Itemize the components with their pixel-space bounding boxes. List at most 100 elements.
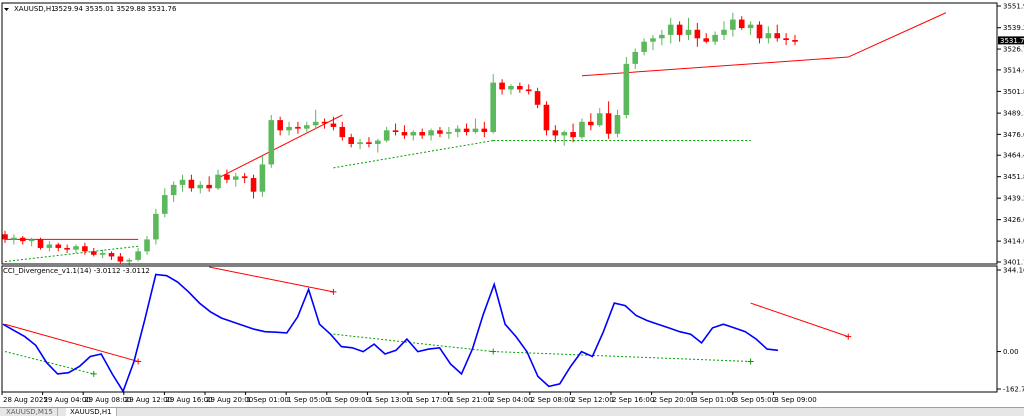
candle[interactable] xyxy=(783,33,789,46)
candle[interactable] xyxy=(676,21,683,42)
candle[interactable] xyxy=(383,126,390,143)
candle[interactable] xyxy=(712,31,718,46)
candle[interactable] xyxy=(19,236,26,245)
candle[interactable] xyxy=(206,176,212,192)
candle[interactable] xyxy=(499,79,505,95)
candle-body xyxy=(517,86,523,90)
candle[interactable] xyxy=(703,33,710,44)
candle[interactable] xyxy=(659,29,665,46)
candle[interactable] xyxy=(614,109,621,138)
candle[interactable] xyxy=(543,101,550,136)
chart-menu-icon[interactable] xyxy=(4,8,9,11)
candle[interactable] xyxy=(277,116,283,136)
candle-body xyxy=(605,113,612,134)
candle[interactable] xyxy=(295,121,301,134)
candle[interactable] xyxy=(481,121,488,138)
candle[interactable] xyxy=(508,84,514,95)
candle[interactable] xyxy=(588,113,594,131)
candle-body xyxy=(11,237,17,240)
candle[interactable] xyxy=(339,121,346,141)
candle[interactable] xyxy=(446,126,452,139)
candle[interactable] xyxy=(428,128,434,141)
candle[interactable] xyxy=(641,38,647,56)
candle[interactable] xyxy=(11,234,17,245)
candle[interactable] xyxy=(650,34,656,51)
candle[interactable] xyxy=(321,118,328,129)
candle[interactable] xyxy=(605,101,612,139)
candle[interactable] xyxy=(756,21,763,44)
price-tick-label: 3526.70 xyxy=(1003,46,1024,54)
candle[interactable] xyxy=(792,34,798,46)
candle-body xyxy=(437,130,443,134)
candle[interactable] xyxy=(579,118,585,139)
candle[interactable] xyxy=(55,242,62,252)
candle[interactable] xyxy=(375,138,381,153)
candle[interactable] xyxy=(738,16,745,30)
candle[interactable] xyxy=(366,137,372,148)
candle[interactable] xyxy=(90,247,97,257)
candle[interactable] xyxy=(410,130,417,141)
candle[interactable] xyxy=(534,87,541,109)
candle[interactable] xyxy=(685,17,692,41)
time-tick-label: 1 Sep 05:00 xyxy=(287,396,329,404)
candle[interactable] xyxy=(303,121,310,133)
candle[interactable] xyxy=(64,244,70,254)
candle[interactable] xyxy=(472,118,479,134)
candle[interactable] xyxy=(490,74,497,134)
candle[interactable] xyxy=(694,22,701,47)
candle[interactable] xyxy=(392,123,399,136)
candle[interactable] xyxy=(82,242,88,255)
candle[interactable] xyxy=(108,251,115,260)
price-tick-label: 3451.80 xyxy=(1003,173,1024,181)
candle[interactable] xyxy=(561,130,568,146)
candle[interactable] xyxy=(596,108,603,127)
candle[interactable] xyxy=(401,125,408,139)
candle[interactable] xyxy=(454,125,461,138)
candle[interactable] xyxy=(765,26,772,44)
candle[interactable] xyxy=(224,169,230,184)
candle[interactable] xyxy=(250,174,257,199)
candle[interactable] xyxy=(730,12,736,37)
candle[interactable] xyxy=(667,17,674,44)
candle[interactable] xyxy=(437,126,443,138)
candle[interactable] xyxy=(170,181,177,202)
candle[interactable] xyxy=(632,48,639,69)
candle[interactable] xyxy=(747,21,754,35)
candle[interactable] xyxy=(721,21,727,41)
candle[interactable] xyxy=(286,121,292,136)
candle[interactable] xyxy=(215,169,221,190)
candle[interactable] xyxy=(73,244,79,254)
candle[interactable] xyxy=(268,114,275,168)
candle-body xyxy=(428,130,434,136)
cci-bear-divergence-line xyxy=(750,302,849,338)
candle[interactable] xyxy=(525,84,532,95)
candle[interactable] xyxy=(161,188,168,218)
candle[interactable] xyxy=(135,247,141,262)
candle[interactable] xyxy=(463,123,470,136)
candle[interactable] xyxy=(517,82,523,93)
candle[interactable] xyxy=(37,237,44,250)
candle[interactable] xyxy=(552,125,559,143)
candle[interactable] xyxy=(232,172,239,187)
candle[interactable] xyxy=(144,236,150,255)
candlestick-series[interactable] xyxy=(2,12,798,265)
candle[interactable] xyxy=(46,241,53,252)
candle[interactable] xyxy=(153,208,159,245)
candle[interactable] xyxy=(2,230,8,243)
candle[interactable] xyxy=(188,174,195,192)
candle[interactable] xyxy=(312,109,319,129)
candle[interactable] xyxy=(348,133,354,148)
candle[interactable] xyxy=(179,174,186,192)
chart-canvas[interactable]: 3551.95 3539.20 3526.70 3514.45 3501.85 3489.… xyxy=(0,0,1024,407)
candle[interactable] xyxy=(419,128,425,139)
candle[interactable] xyxy=(357,138,363,150)
candle[interactable] xyxy=(570,123,576,143)
candle[interactable] xyxy=(774,24,781,42)
candle[interactable] xyxy=(259,155,266,197)
candle[interactable] xyxy=(623,57,630,119)
candle-body xyxy=(2,234,8,240)
candle[interactable] xyxy=(197,181,204,194)
axes: 3551.95 3539.20 3526.70 3514.45 3501.85 3489.… xyxy=(1,2,1024,404)
candle[interactable] xyxy=(241,172,248,184)
candle[interactable] xyxy=(117,253,124,264)
